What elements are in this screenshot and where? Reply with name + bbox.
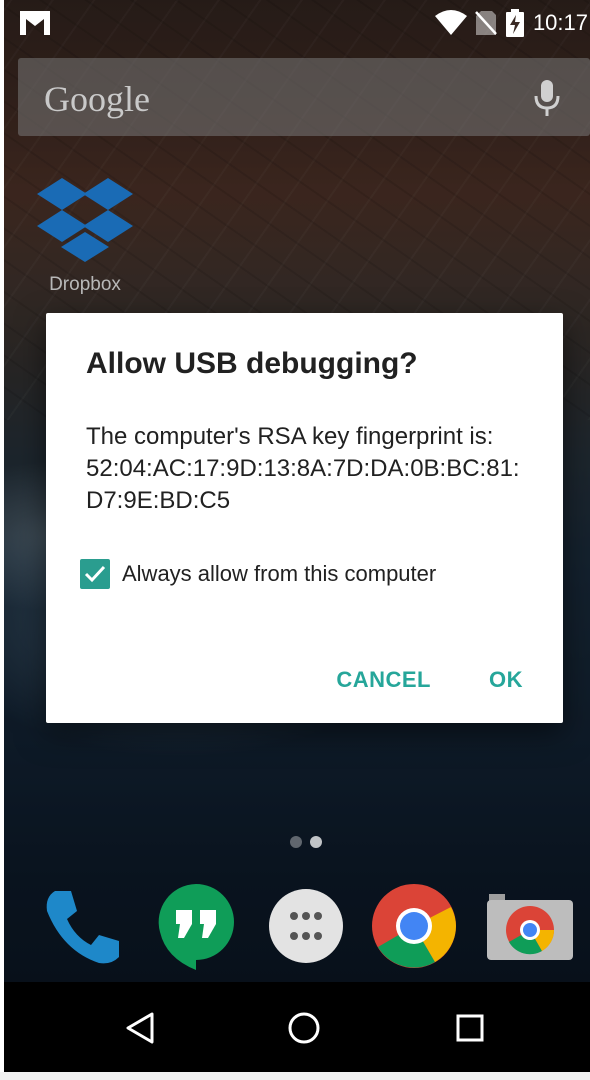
- status-time: 10:17: [532, 10, 588, 35]
- chrome-icon: [372, 884, 456, 968]
- always-allow-label[interactable]: Always allow from this computer: [122, 561, 436, 587]
- dock-phone[interactable]: [34, 878, 130, 974]
- google-logo: Google: [44, 79, 150, 119]
- dock-chrome[interactable]: [366, 878, 462, 974]
- phone-icon: [46, 891, 119, 964]
- dropbox-label: Dropbox: [49, 274, 121, 295]
- recents-button[interactable]: [450, 1008, 490, 1048]
- dropbox-icon: [37, 178, 133, 262]
- dialog-actions: CANCEL OK: [336, 667, 523, 693]
- dropbox-shortcut[interactable]: Dropbox: [30, 176, 140, 306]
- recents-icon: [456, 1014, 484, 1042]
- google-search-bar[interactable]: Google: [18, 58, 590, 136]
- dock-camera[interactable]: [482, 878, 578, 974]
- checkmark-icon: [84, 565, 106, 583]
- status-bar: 10:17: [4, 0, 590, 46]
- usb-debugging-dialog: Allow USB debugging? The computer's RSA …: [46, 313, 563, 723]
- wifi-icon: [434, 10, 467, 35]
- page-dot-active: [310, 836, 322, 848]
- home-icon: [288, 1012, 320, 1044]
- navigation-bar: [4, 982, 590, 1072]
- always-allow-row[interactable]: Always allow from this computer: [80, 559, 436, 589]
- status-icons: 10:17: [434, 8, 590, 38]
- battery-charging-icon: [505, 9, 524, 37]
- cancel-button[interactable]: CANCEL: [336, 667, 431, 693]
- ok-button[interactable]: OK: [489, 667, 523, 693]
- dock-app-drawer[interactable]: [258, 878, 354, 974]
- app-dock: [4, 870, 590, 980]
- rsa-fingerprint: 52:04:AC:17:9D:13:8A:7D:DA:0B:BC:81:D7:9…: [86, 455, 520, 514]
- dialog-message: The computer's RSA key fingerprint is: 5…: [86, 421, 536, 517]
- dock-hangouts[interactable]: [148, 878, 244, 974]
- screen-bottom-edge: [0, 1072, 590, 1080]
- hangouts-icon: [158, 884, 234, 970]
- camera-icon: [487, 894, 573, 960]
- app-drawer-icon: [269, 889, 343, 963]
- always-allow-checkbox[interactable]: [80, 559, 110, 589]
- home-button[interactable]: [284, 1008, 324, 1048]
- page-dot: [290, 836, 302, 848]
- no-sim-icon: [475, 11, 497, 35]
- home-screen: 10:17 Google Dropbox Allow USB debugging…: [4, 0, 590, 1072]
- mic-icon[interactable]: [534, 80, 560, 116]
- page-indicator: [290, 836, 322, 848]
- back-icon: [126, 1012, 154, 1044]
- dialog-title: Allow USB debugging?: [86, 347, 418, 380]
- gmail-icon: [20, 11, 50, 35]
- back-button[interactable]: [120, 1008, 160, 1048]
- dialog-message-text: The computer's RSA key fingerprint is:: [86, 423, 494, 450]
